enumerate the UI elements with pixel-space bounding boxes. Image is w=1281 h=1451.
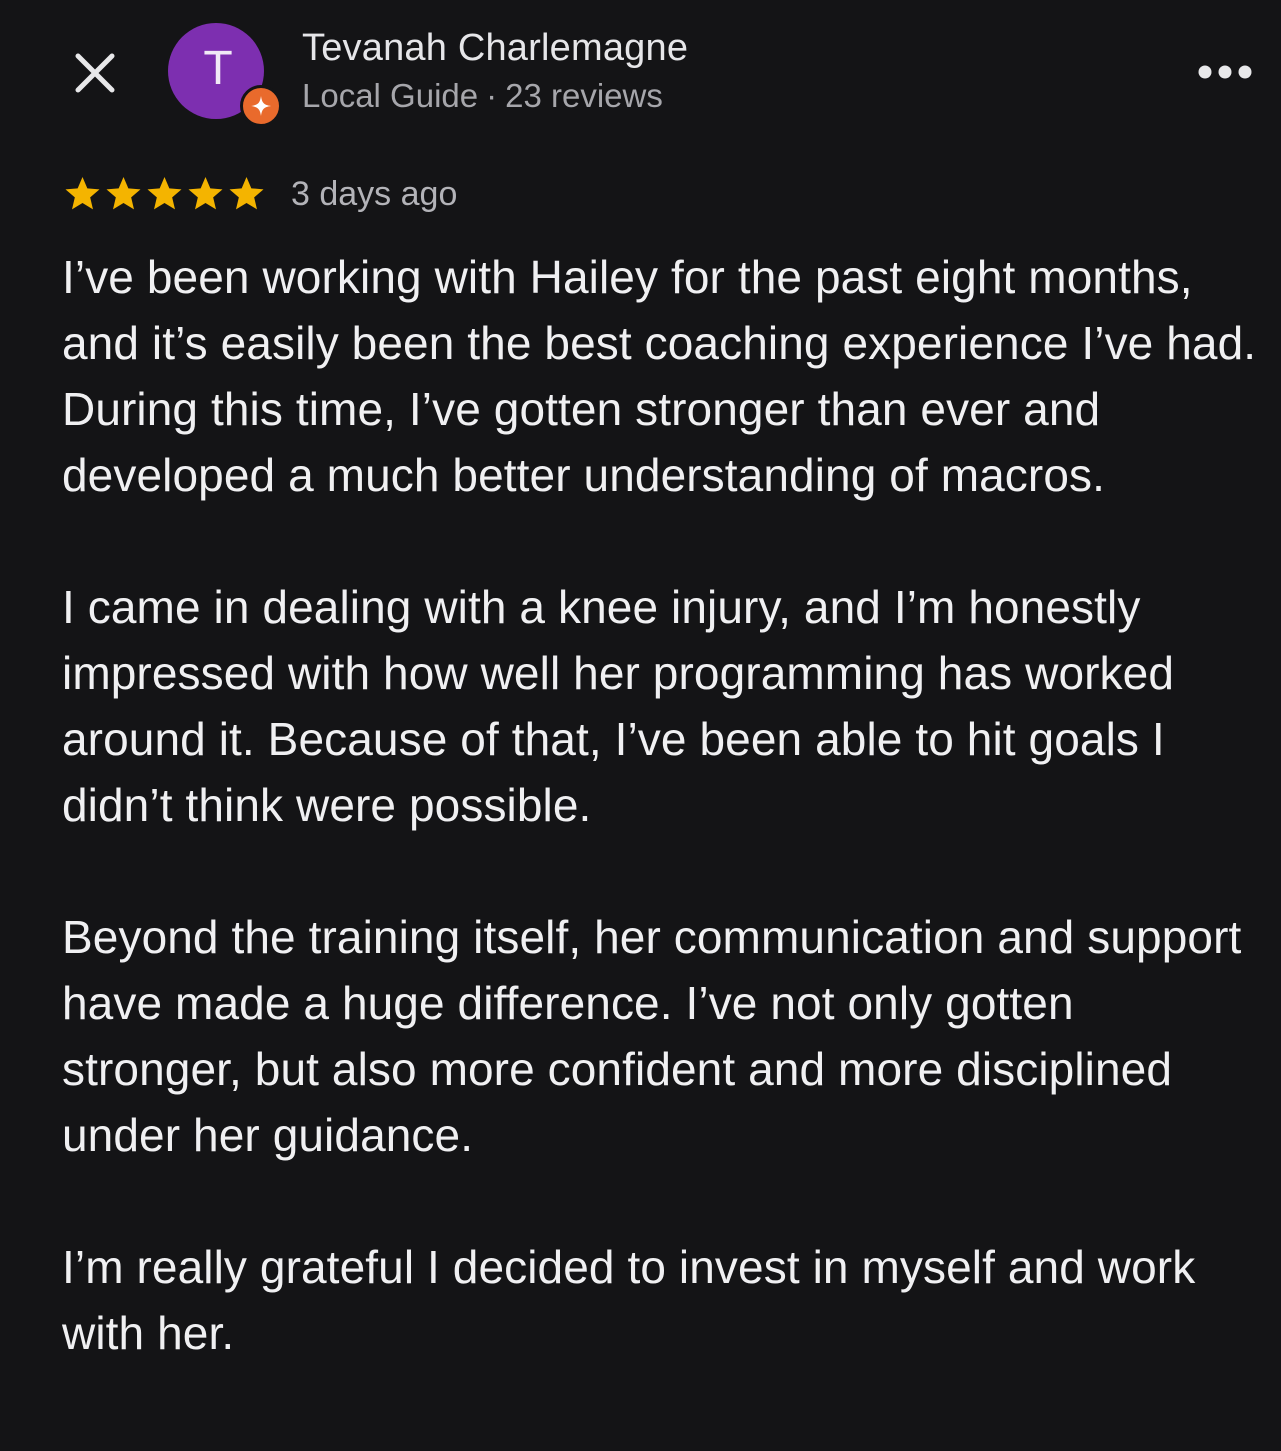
reviewer-info: Tevanah Charlemagne Local Guide · 23 revie… [302, 24, 688, 120]
local-guide-badge [240, 85, 282, 127]
review-text: I’ve been working with Hailey for the pa… [62, 244, 1262, 1432]
meta-separator: · [486, 77, 498, 114]
star-icon [229, 177, 264, 210]
more-horizontal-icon [1198, 65, 1252, 79]
review-paragraph: I’m really grateful I decided to invest … [62, 1241, 1196, 1359]
star-rating [62, 174, 267, 214]
close-icon [75, 53, 115, 93]
reviewer-name[interactable]: Tevanah Charlemagne [302, 24, 688, 72]
review-count: 23 reviews [505, 77, 663, 114]
more-options-button[interactable] [1190, 50, 1260, 94]
star-icon [106, 177, 141, 210]
reviewer-meta: Local Guide · 23 reviews [302, 72, 688, 120]
review-date: 3 days ago [291, 175, 458, 213]
avatar-initial: T [203, 42, 233, 95]
rating-row: 3 days ago [62, 170, 457, 218]
avatar[interactable]: T [168, 23, 282, 127]
local-guide-star-icon [251, 96, 271, 116]
star-icon [147, 177, 182, 210]
review-paragraph: I’ve been working with Hailey for the pa… [62, 251, 1257, 501]
star-icon [65, 177, 100, 210]
star-icon [188, 177, 223, 210]
review-paragraph: I came in dealing with a knee injury, an… [62, 581, 1175, 831]
review-paragraph: Beyond the training itself, her communic… [62, 911, 1242, 1161]
close-button[interactable] [68, 46, 122, 100]
reviewer-role: Local Guide [302, 77, 479, 114]
